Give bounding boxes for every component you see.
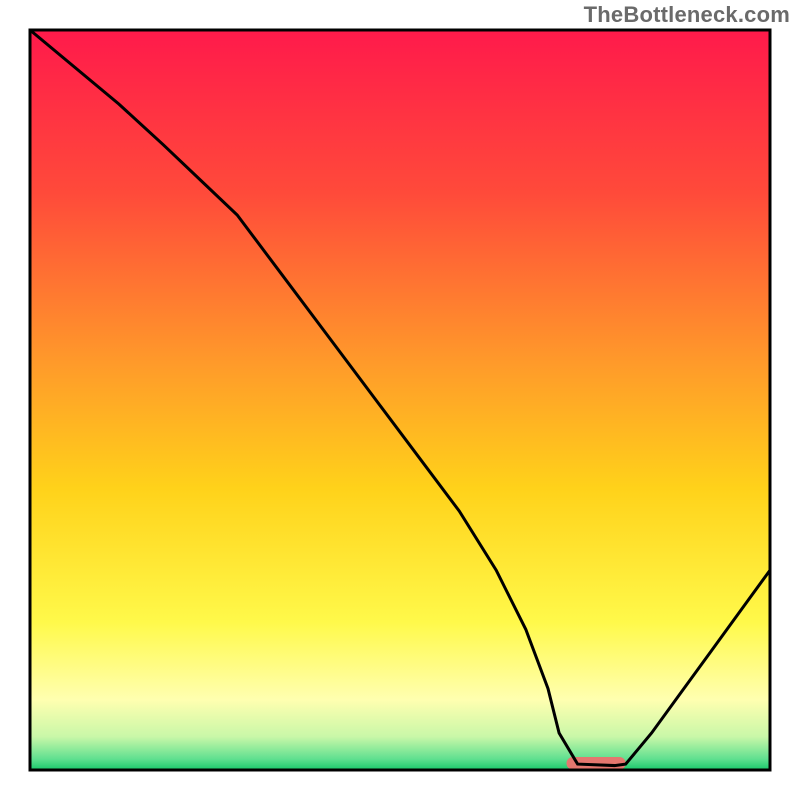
chart-svg (0, 0, 800, 800)
watermark-text: TheBottleneck.com (584, 2, 790, 28)
gradient-background (30, 30, 770, 770)
bottleneck-chart: TheBottleneck.com (0, 0, 800, 800)
plot-area (30, 30, 770, 770)
